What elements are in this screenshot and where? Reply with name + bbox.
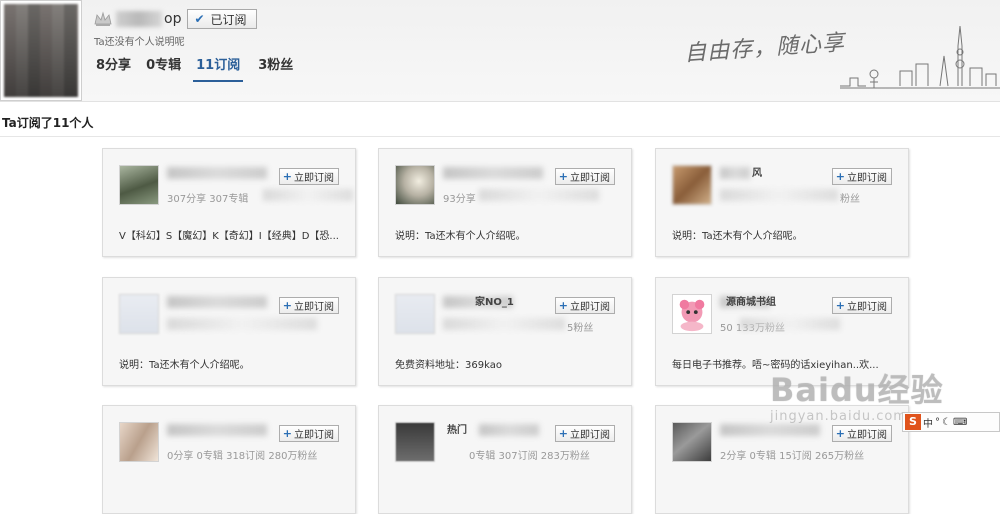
slogan: 自由存，随心享	[683, 30, 846, 67]
tab-albums[interactable]: 0专辑	[146, 56, 181, 80]
crown-icon	[94, 11, 112, 26]
name-redacted	[720, 167, 750, 179]
user-avatar[interactable]	[119, 422, 159, 462]
subscription-card: 热门 0专辑 307订阅 283万粉丝 + 立即订阅	[378, 405, 632, 514]
subscription-card: 93分享 + 立即订阅 说明：Ta还木有个人介绍呢。	[378, 148, 632, 257]
card-stats: 粉丝	[840, 194, 860, 205]
subscription-card: + 立即订阅 说明：Ta还木有个人介绍呢。	[102, 277, 356, 386]
subscribe-button[interactable]: + 立即订阅	[831, 168, 892, 185]
name-redacted	[479, 424, 539, 436]
subscribe-button[interactable]: + 立即订阅	[278, 168, 339, 185]
watermark-logo: Baidu经验	[770, 371, 944, 409]
stats-redacted	[263, 189, 353, 201]
card-username[interactable]: 家NO_1	[475, 293, 514, 308]
name-redacted	[443, 167, 543, 179]
subscribe-button[interactable]: + 立即订阅	[278, 297, 339, 314]
skyline-illustration	[840, 25, 1000, 89]
subscribe-button[interactable]: + 立即订阅	[831, 297, 892, 314]
user-avatar[interactable]	[119, 165, 159, 205]
user-avatar[interactable]	[672, 294, 712, 334]
name-redacted	[167, 167, 267, 179]
username: op	[164, 11, 182, 27]
username-redacted	[116, 11, 162, 27]
ime-toolbar[interactable]: S 中 ° ☾ ⌨	[902, 412, 1000, 432]
profile-header: op ✔ 已订阅 Ta还没有个人说明呢 8分享 0专辑 11订阅 3粉丝 自由存…	[0, 0, 1000, 102]
card-stats: 5粉丝	[567, 323, 594, 334]
profile-bio: Ta还没有个人说明呢	[94, 37, 185, 48]
section-divider	[0, 136, 1000, 137]
subscribe-button[interactable]: + 立即订阅	[554, 168, 615, 185]
tab-shares[interactable]: 8分享	[96, 56, 131, 80]
plus-icon: +	[558, 170, 568, 183]
tab-fans[interactable]: 3粉丝	[258, 56, 293, 80]
profile-avatar[interactable]	[0, 0, 82, 101]
subscribe-button[interactable]: + 立即订阅	[554, 297, 615, 314]
stats-redacted	[167, 318, 317, 330]
plus-icon: +	[282, 299, 292, 312]
plus-icon: +	[835, 299, 845, 312]
card-stats: 93分享	[443, 194, 476, 205]
plus-icon: +	[558, 299, 568, 312]
user-avatar[interactable]	[395, 294, 435, 334]
card-username[interactable]: 风	[752, 164, 762, 179]
profile-tabs: 8分享 0专辑 11订阅 3粉丝	[96, 56, 308, 82]
stats-redacted	[443, 318, 565, 330]
card-stats: 307分享 307专辑	[167, 194, 249, 205]
stats-redacted	[720, 189, 838, 201]
user-avatar[interactable]	[119, 294, 159, 334]
card-description: V【科幻】S【魔幻】K【奇幻】I【经典】D【恐...	[119, 231, 339, 242]
plus-icon: +	[558, 427, 568, 440]
card-stats: 0专辑 307订阅 283万粉丝	[469, 451, 590, 462]
subscription-card: 0分享 0专辑 318订阅 280万粉丝 + 立即订阅	[102, 405, 356, 514]
stats-redacted	[740, 318, 840, 330]
name-redacted	[167, 424, 267, 436]
card-stats: 0分享 0专辑 318订阅 280万粉丝	[167, 451, 318, 462]
subscribe-button[interactable]: + 立即订阅	[554, 425, 615, 442]
user-avatar[interactable]	[672, 165, 712, 205]
card-description: 说明：Ta还木有个人介绍呢。	[119, 360, 250, 371]
name-redacted	[167, 296, 267, 308]
tab-subscriptions[interactable]: 11订阅	[193, 56, 244, 82]
ime-chinese-mode[interactable]: 中	[923, 415, 933, 430]
stats-redacted	[479, 189, 599, 201]
card-username[interactable]: 热门	[447, 421, 467, 436]
subscription-card: 风 粉丝 + 立即订阅 说明：Ta还木有个人介绍呢。	[655, 148, 909, 257]
user-avatar[interactable]	[672, 422, 712, 462]
user-avatar[interactable]	[395, 165, 435, 205]
ime-punct-mode[interactable]: °	[935, 417, 940, 428]
subscribe-button[interactable]: + 立即订阅	[278, 425, 339, 442]
plus-icon: +	[835, 170, 845, 183]
card-description: 说明：Ta还木有个人介绍呢。	[395, 231, 526, 242]
plus-icon: +	[282, 170, 292, 183]
card-description: 说明：Ta还木有个人介绍呢。	[672, 231, 803, 242]
card-stats: 2分享 0专辑 15订阅 265万粉丝	[720, 451, 865, 462]
plus-icon: +	[282, 427, 292, 440]
user-row: op ✔ 已订阅	[94, 8, 257, 30]
card-username[interactable]: 源商城书组	[726, 293, 776, 308]
user-avatar[interactable]	[395, 422, 435, 462]
section-title: Ta订阅了11个人	[2, 116, 94, 130]
ime-fullwidth-mode[interactable]: ☾	[942, 417, 951, 428]
subscription-card: 307分享 307专辑 + 立即订阅 V【科幻】S【魔幻】K【奇幻】I【经典】D【…	[102, 148, 356, 257]
keyboard-icon[interactable]: ⌨	[953, 417, 967, 428]
sogou-ime-icon[interactable]: S	[905, 414, 921, 430]
subscribed-label: 已订阅	[210, 12, 247, 27]
card-description: 免费资料地址：369kao	[395, 360, 502, 371]
subscribed-button[interactable]: ✔ 已订阅	[187, 9, 257, 29]
check-icon: ✔	[194, 12, 205, 26]
subscription-card: 家NO_1 5粉丝 + 立即订阅 免费资料地址：369kao	[378, 277, 632, 386]
